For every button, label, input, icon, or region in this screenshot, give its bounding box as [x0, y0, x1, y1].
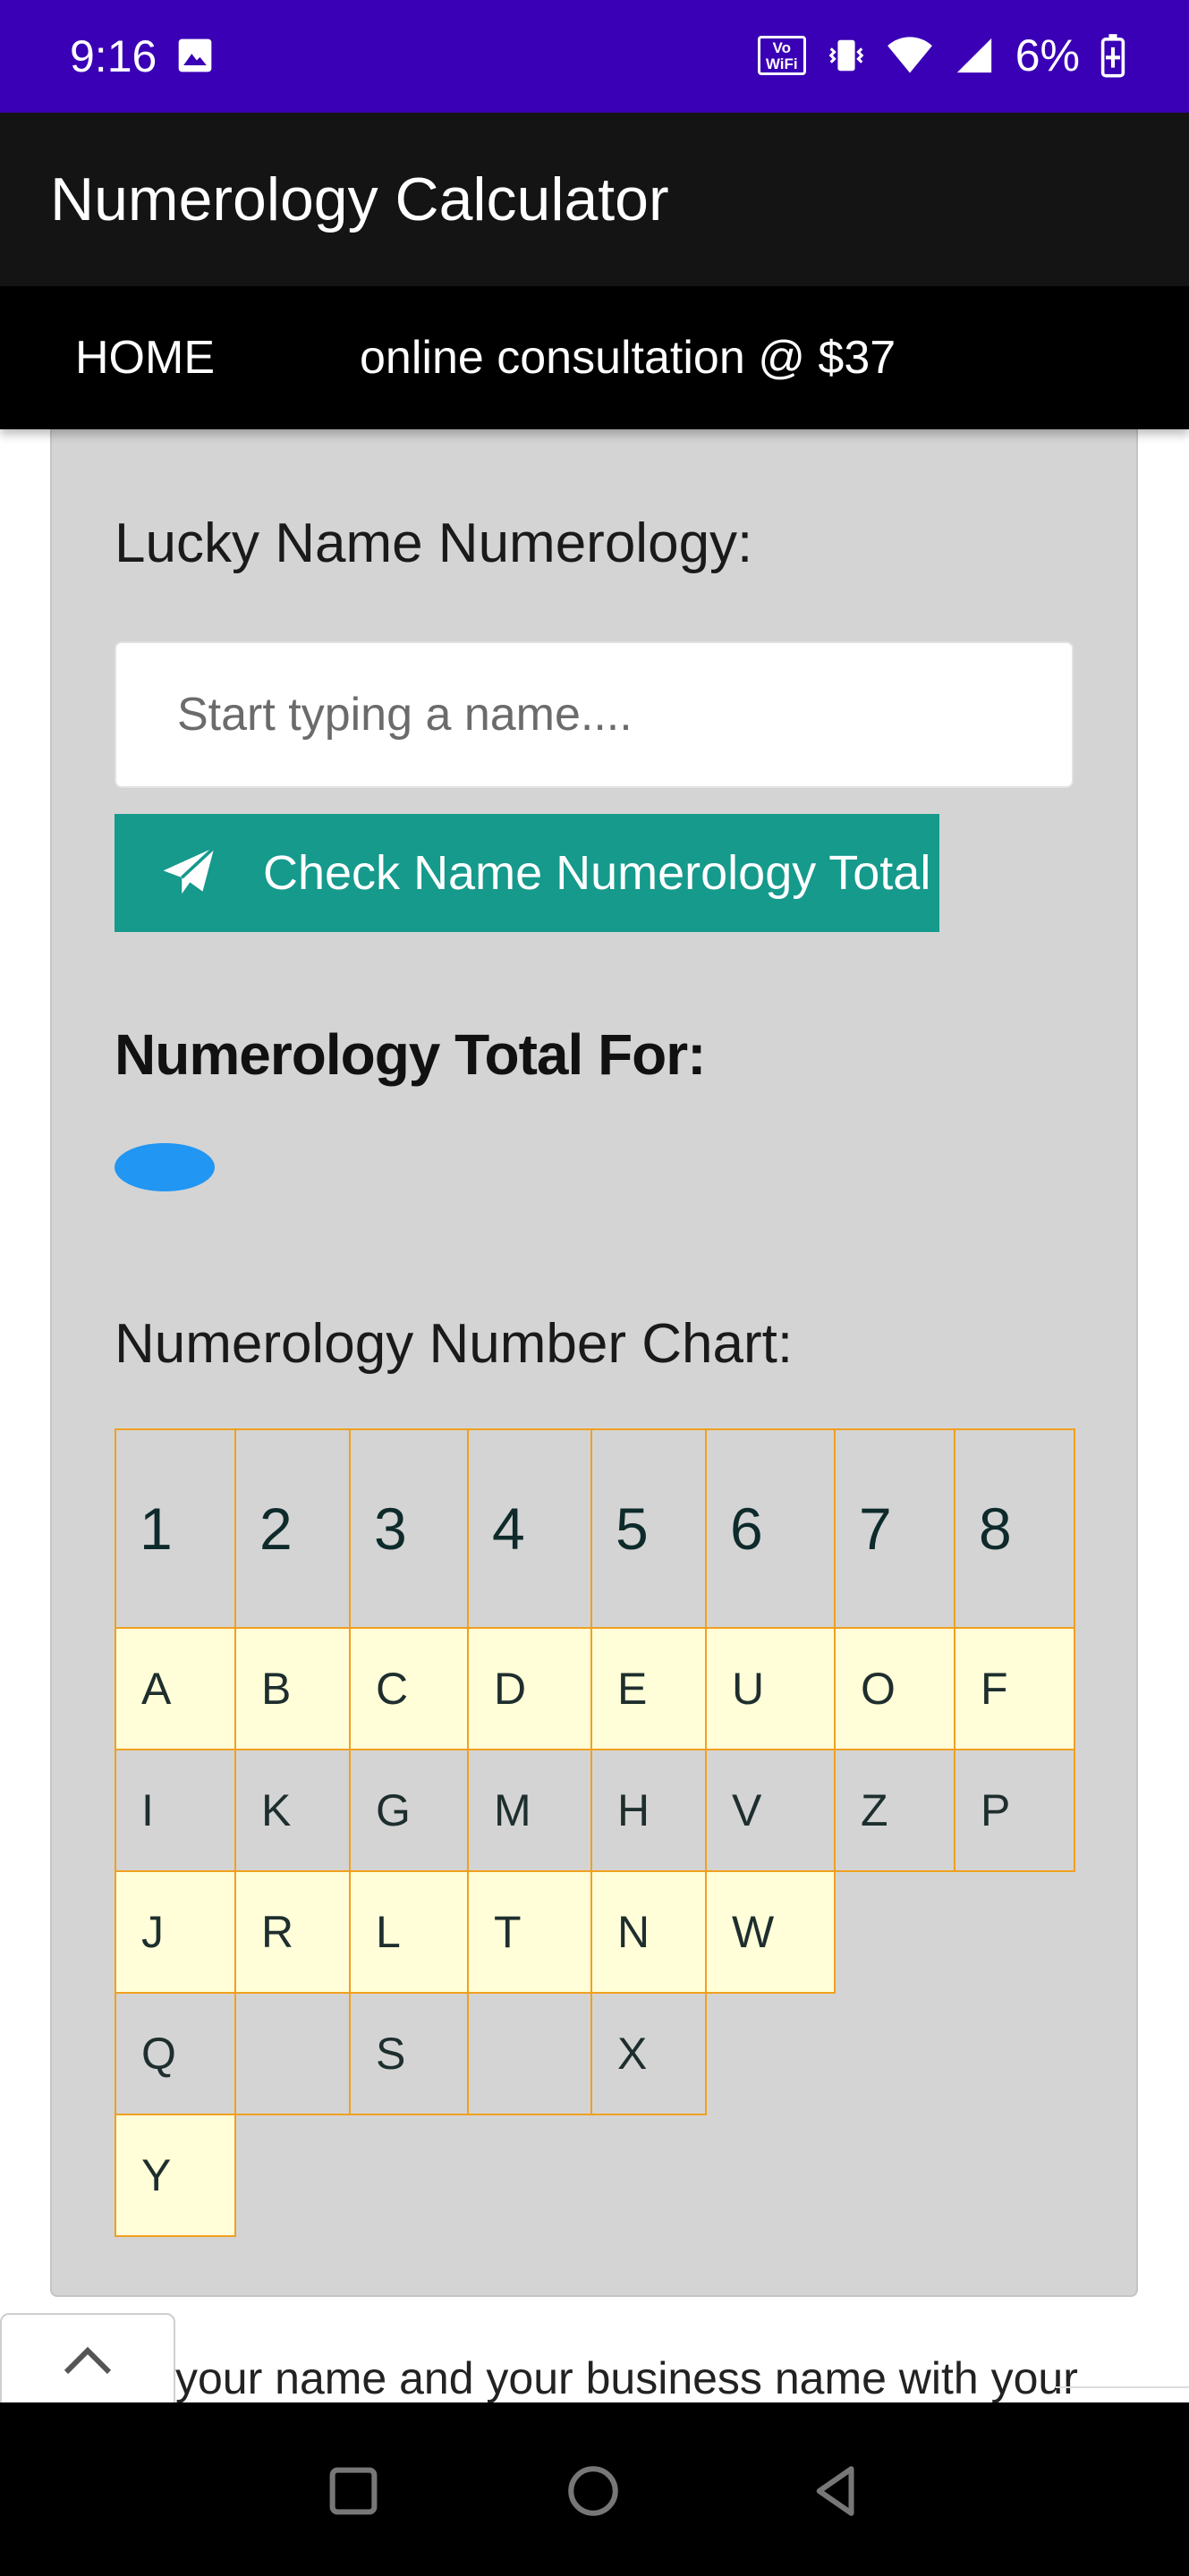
chart-empty-cell: [467, 1992, 592, 2115]
chart-header-8: 8: [954, 1428, 1075, 1629]
total-value-badge: [115, 1143, 215, 1191]
battery-percent: 6%: [1015, 30, 1080, 80]
chevron-up-icon: [64, 2346, 112, 2375]
chart-empty-cell: [234, 1992, 351, 2115]
chart-header-7: 7: [834, 1428, 955, 1629]
chart-letter-w: W: [705, 1870, 836, 1994]
calculator-card: Lucky Name Numerology: Check Name Numero…: [50, 385, 1138, 2297]
check-total-button[interactable]: Check Name Numerology Total: [115, 814, 939, 932]
lucky-name-title: Lucky Name Numerology:: [115, 513, 753, 574]
chart-letter-h: H: [590, 1749, 707, 1872]
chart-letter-r: R: [234, 1870, 351, 1994]
chart-letter-g: G: [349, 1749, 469, 1872]
chart-letter-v: V: [705, 1749, 836, 1872]
chart-letter-x: X: [590, 1992, 707, 2115]
nav-home-link[interactable]: HOME: [75, 331, 215, 385]
chart-letter-n: N: [590, 1870, 707, 1994]
vowifi-icon: Vo WiFi: [757, 36, 806, 75]
chart-letter-p: P: [954, 1749, 1075, 1872]
signal-icon: [956, 38, 991, 73]
divider: [1056, 2386, 1189, 2388]
chart-letter-q: Q: [115, 1992, 236, 2115]
check-total-label: Check Name Numerology Total: [263, 846, 931, 900]
chart-header-6: 6: [705, 1428, 836, 1629]
chart-letter-z: Z: [834, 1749, 955, 1872]
chart-header-4: 4: [467, 1428, 592, 1629]
chart-header-2: 2: [234, 1428, 351, 1629]
vibrate-icon: [828, 39, 864, 72]
chart-letter-l: L: [349, 1870, 469, 1994]
chart-letter-c: C: [349, 1627, 469, 1750]
recent-apps-icon[interactable]: [324, 2462, 383, 2521]
chart-letter-b: B: [234, 1627, 351, 1750]
home-icon[interactable]: [564, 2462, 623, 2521]
chart-letter-y: Y: [115, 2114, 236, 2237]
app-title: Numerology Calculator: [50, 165, 669, 233]
chart-letter-t: T: [467, 1870, 592, 1994]
nav-consultation-link[interactable]: online consultation @ $37: [360, 331, 896, 385]
chart-letter-u: U: [705, 1627, 836, 1750]
status-icons: Vo WiFi 6%: [757, 30, 1126, 80]
back-icon[interactable]: [807, 2462, 866, 2521]
chart-letter-j: J: [115, 1870, 236, 1994]
chart-header-3: 3: [349, 1428, 469, 1629]
chart-header-5: 5: [590, 1428, 707, 1629]
paper-plane-icon: [163, 846, 216, 894]
gallery-icon: [178, 38, 212, 72]
app-bar: Numerology Calculator: [0, 113, 1189, 286]
chart-title: Numerology Number Chart:: [115, 1313, 794, 1375]
chart-letter-a: A: [115, 1627, 236, 1750]
system-nav-bar: [0, 2402, 1189, 2576]
chart-letter-d: D: [467, 1627, 592, 1750]
total-title: Numerology Total For:: [115, 1022, 706, 1087]
chart-letter-s: S: [349, 1992, 469, 2115]
status-time: 9:16: [70, 31, 157, 81]
chart-letter-i: I: [115, 1749, 236, 1872]
page-text-peek: your name and your business name with yo…: [175, 2353, 1078, 2403]
chart-header-1: 1: [115, 1428, 236, 1629]
chart-letter-o: O: [834, 1627, 955, 1750]
nav-bar: HOME online consultation @ $37: [0, 286, 1189, 429]
chart-letter-k: K: [234, 1749, 351, 1872]
battery-charging-icon: [1100, 34, 1125, 78]
name-input[interactable]: [115, 641, 1074, 788]
status-bar: 9:16 Vo WiFi 6%: [0, 0, 1189, 113]
chart-letter-f: F: [954, 1627, 1075, 1750]
chart-letter-e: E: [590, 1627, 707, 1750]
chart-letter-m: M: [467, 1749, 592, 1872]
wifi-icon: [887, 37, 932, 73]
